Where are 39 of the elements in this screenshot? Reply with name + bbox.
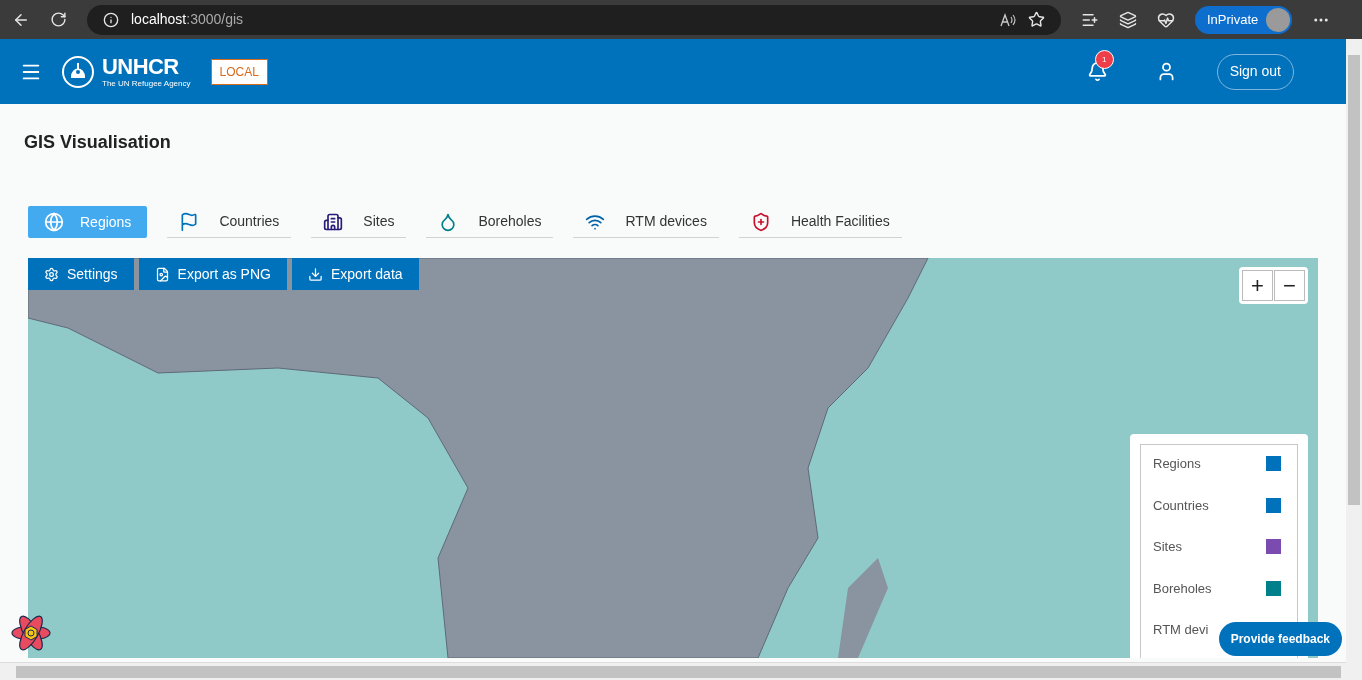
profile-button[interactable]: InPrivate (1195, 5, 1293, 34)
legend-label: Sites (1153, 538, 1182, 556)
legend-label: Boreholes (1153, 579, 1212, 598)
layer-tab[interactable]: Boreholes (426, 206, 554, 238)
map-toolbar-button[interactable]: Settings (28, 258, 134, 290)
read-aloud-icon[interactable] (1000, 12, 1016, 27)
logo-text: UNHCR (102, 55, 180, 78)
legend-label: Countries (1153, 496, 1209, 515)
collections-icon[interactable] (1119, 10, 1137, 29)
environment-badge: LOCAL (210, 58, 268, 85)
bell-icon[interactable] (1086, 61, 1108, 82)
layer-tab[interactable]: Countries (167, 206, 292, 238)
star-icon[interactable] (1028, 11, 1045, 28)
avatar-icon (1266, 7, 1291, 32)
page-title: GIS Visualisation (24, 131, 172, 154)
refresh-icon[interactable] (50, 11, 67, 28)
globe-icon (44, 212, 64, 232)
building-icon (323, 211, 344, 232)
settings-icon (44, 266, 59, 282)
legend-label: RTM devi (1153, 621, 1209, 639)
info-icon[interactable] (103, 11, 119, 28)
flag-icon (179, 211, 200, 232)
zoom-in-button[interactable]: + (1242, 270, 1273, 301)
feedback-button[interactable]: Provide feedback (1218, 622, 1342, 656)
address-bar[interactable]: localhost:3000/gis (87, 4, 1061, 35)
layer-tab[interactable]: RTM devices (573, 206, 719, 238)
file-icon (154, 266, 170, 282)
map-toolbar-button[interactable]: Export as PNG (138, 258, 287, 290)
atom-icon[interactable] (10, 614, 52, 652)
heart-pulse-icon[interactable] (1157, 10, 1175, 29)
download-icon (307, 266, 323, 282)
logo-subtitle: The UN Refugee Agency (102, 79, 191, 88)
layer-tab[interactable]: Health Facilities (738, 206, 902, 238)
map-toolbar-button[interactable]: Export data (291, 258, 419, 290)
notification-count: 1 (1094, 50, 1114, 69)
zoom-out-button[interactable]: − (1274, 270, 1305, 301)
legend-label: Regions (1153, 455, 1201, 473)
layer-tab[interactable]: Sites (311, 206, 407, 238)
url-text: localhost:3000/gis (131, 10, 244, 29)
